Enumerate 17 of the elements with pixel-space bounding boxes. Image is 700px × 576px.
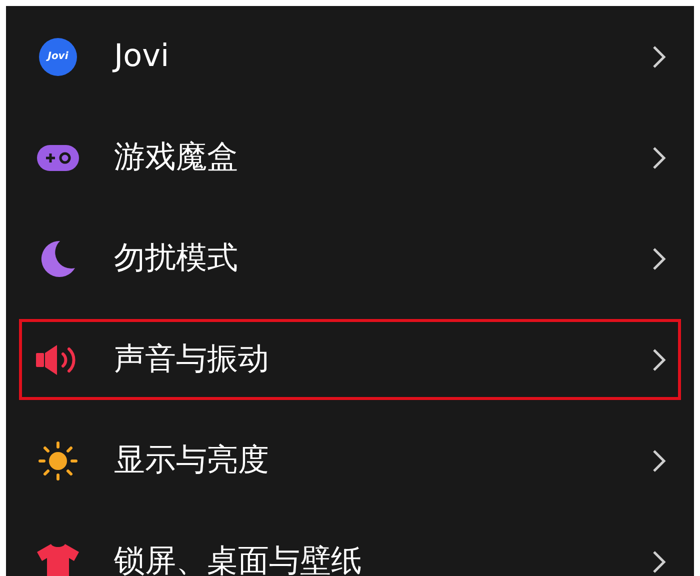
chevron-right-icon	[652, 550, 666, 574]
settings-item[interactable]: 声音与振动	[19, 319, 681, 400]
settings-item[interactable]: 锁屏、桌面与壁纸	[19, 521, 681, 576]
chevron-right-icon	[652, 44, 666, 68]
chevron-right-icon	[652, 246, 666, 270]
moon-icon	[40, 240, 76, 278]
gamepad-icon	[37, 144, 79, 170]
chevron-right-icon	[652, 348, 666, 372]
t-shirt-icon	[37, 544, 79, 576]
settings-item[interactable]: 勿扰模式	[19, 218, 681, 299]
jovi-logo-icon: Jovi	[39, 38, 77, 76]
chevron-right-icon	[652, 448, 666, 472]
chevron-right-icon	[652, 146, 666, 170]
sun-icon	[38, 440, 78, 480]
settings-item[interactable]: Jovi Jovi	[19, 16, 681, 97]
settings-item[interactable]: 显示与亮度	[19, 420, 681, 501]
settings-item[interactable]: 游戏魔盒	[19, 117, 681, 198]
